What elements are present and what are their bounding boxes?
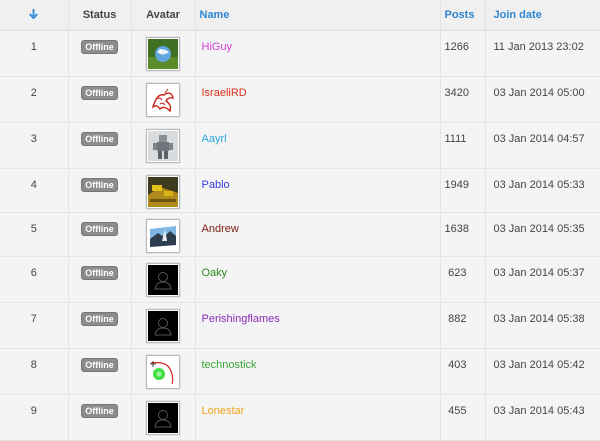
name-column-header[interactable]: Name [195,0,441,31]
status-badge: Offline [81,40,118,54]
username-link[interactable]: IsraeliRD [202,87,247,99]
rank-cell: 5 [0,212,69,257]
default-user-avatar[interactable] [146,263,180,297]
table-row: 5 Offline Andrew 1638 03 Jan 2014 05:35 [0,212,600,257]
username-link[interactable]: Andrew [202,223,239,235]
status-badge: Offline [81,266,118,280]
join-date-cell: 03 Jan 2014 05:35 [485,212,600,257]
join-date-cell: 03 Jan 2014 05:33 [485,168,600,213]
join-date-column-header[interactable]: Join date [485,0,600,31]
posts-cell: 1638 [440,212,486,257]
posts-cell: 455 [440,394,486,441]
status-badge: Offline [81,178,118,192]
status-badge: Offline [81,312,118,326]
join-date-cell: 03 Jan 2014 05:00 [485,76,600,123]
robot-avatar[interactable] [146,129,180,163]
status-badge: Offline [81,222,118,236]
join-date-cell: 03 Jan 2014 05:43 [485,394,600,441]
header-row: Status Avatar Name Posts Join date [0,0,600,31]
rank-cell: 2 [0,76,69,123]
username-link[interactable]: Perishingflames [202,313,280,325]
red-dragon-avatar[interactable] [146,83,180,117]
table-row: 7 Offline Perishingflames 882 03 Jan 201… [0,302,600,349]
status-badge: Offline [81,132,118,146]
game-scene-avatar[interactable] [146,175,180,209]
posts-cell: 1949 [440,168,486,213]
default-user-avatar[interactable] [146,309,180,343]
landscape-avatar[interactable] [146,219,180,253]
posts-cell: 403 [440,348,486,395]
members-table: Status Avatar Name Posts Join date 1 Off… [0,0,600,441]
username-link[interactable]: technostick [202,359,257,371]
username-link[interactable]: HiGuy [202,41,233,53]
globe-avatar[interactable] [146,37,180,71]
join-date-cell: 11 Jan 2013 23:02 [485,30,600,77]
status-badge: Offline [81,358,118,372]
posts-cell: 882 [440,302,486,349]
posts-column-header[interactable]: Posts [440,0,486,31]
table-row: 8 Offline technostick 403 03 Jan 2014 05… [0,348,600,395]
posts-cell: 1111 [440,122,486,169]
join-date-cell: 03 Jan 2014 04:57 [485,122,600,169]
rank-cell: 9 [0,394,69,441]
table-row: 3 Offline Aayrl 1111 03 Jan 2014 04:57 [0,122,600,169]
username-link[interactable]: Oaky [202,267,228,279]
posts-cell: 3420 [440,76,486,123]
status-column-header[interactable]: Status [68,0,132,31]
posts-cell: 623 [440,256,486,303]
username-link[interactable]: Pablo [202,179,230,191]
table-row: 6 Offline Oaky 623 03 Jan 2014 05:37 [0,256,600,303]
username-link[interactable]: Aayrl [202,133,227,145]
table-row: 1 Offline HiGuy 1266 11 Jan 2013 23:02 [0,30,600,77]
rank-cell: 1 [0,30,69,77]
rank-cell: 6 [0,256,69,303]
join-date-cell: 03 Jan 2014 05:38 [485,302,600,349]
rank-cell: 4 [0,168,69,213]
sort-down-arrow-icon [29,8,39,20]
status-badge: Offline [81,86,118,100]
rank-column-header[interactable] [0,0,69,31]
marble-path-avatar[interactable] [146,355,180,389]
status-badge: Offline [81,404,118,418]
table-row: 4 Offline Pablo 1949 03 Jan 2014 05:33 [0,168,600,213]
join-date-cell: 03 Jan 2014 05:42 [485,348,600,395]
rank-cell: 3 [0,122,69,169]
table-row: 9 Offline Lonestar 455 03 Jan 2014 05:43 [0,394,600,441]
avatar-column-header[interactable]: Avatar [131,0,196,31]
rank-cell: 8 [0,348,69,395]
default-user-avatar[interactable] [146,401,180,435]
username-link[interactable]: Lonestar [202,405,245,417]
join-date-cell: 03 Jan 2014 05:37 [485,256,600,303]
posts-cell: 1266 [440,30,486,77]
table-row: 2 Offline IsraeliRD 3420 03 Jan 2014 05:… [0,76,600,123]
rank-cell: 7 [0,302,69,349]
